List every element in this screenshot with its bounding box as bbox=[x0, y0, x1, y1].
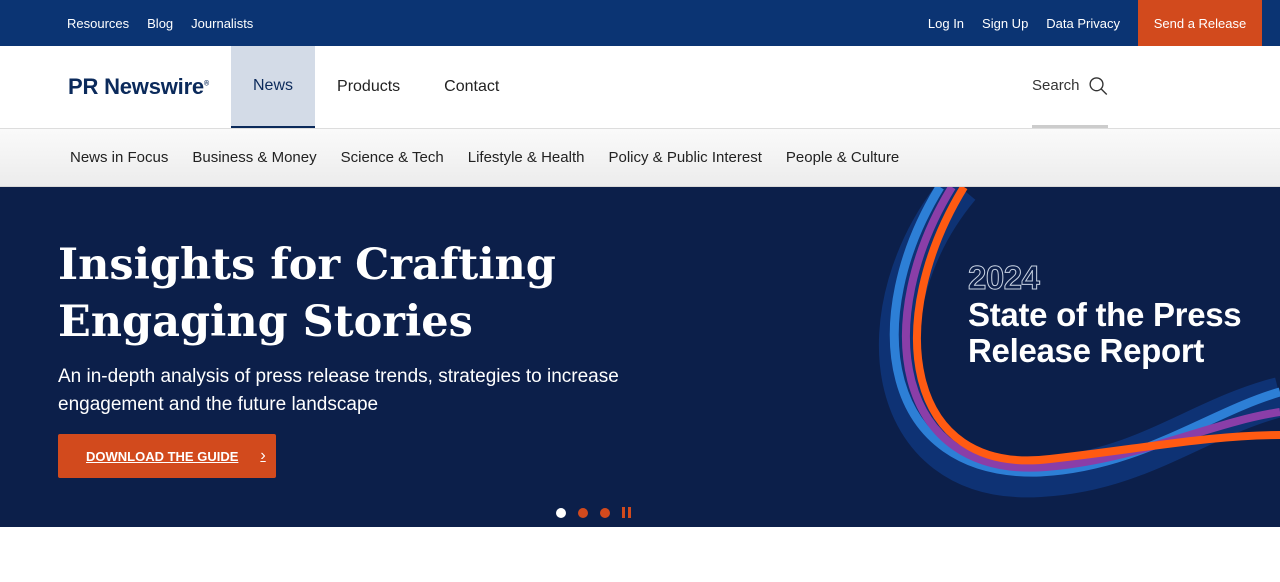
category-news-in-focus[interactable]: News in Focus bbox=[58, 149, 180, 166]
utility-right-links: Log In Sign Up Data Privacy Send a Relea… bbox=[928, 0, 1280, 46]
hero-subtitle: An in-depth analysis of press release tr… bbox=[58, 366, 619, 415]
nav-products[interactable]: Products bbox=[315, 46, 422, 128]
category-science-tech[interactable]: Science & Tech bbox=[329, 149, 456, 166]
nav-contact-label: Contact bbox=[444, 78, 500, 95]
download-guide-label: DOWNLOAD THE GUIDE bbox=[86, 448, 239, 464]
send-release-button[interactable]: Send a Release bbox=[1138, 0, 1262, 46]
resources-link[interactable]: Resources bbox=[67, 16, 129, 31]
hero-carousel: 2024 State of the Press Release Report I… bbox=[0, 187, 1280, 527]
search-label: Search bbox=[1032, 77, 1080, 94]
carousel-dot-2[interactable] bbox=[578, 507, 588, 518]
signup-link[interactable]: Sign Up bbox=[982, 16, 1028, 31]
report-year: 2024 bbox=[967, 259, 1040, 297]
nav-contact[interactable]: Contact bbox=[422, 46, 521, 128]
data-privacy-link[interactable]: Data Privacy bbox=[1046, 16, 1120, 31]
pause-icon[interactable] bbox=[622, 507, 631, 518]
carousel-controls bbox=[556, 507, 631, 518]
category-policy-public-interest[interactable]: Policy & Public Interest bbox=[596, 149, 773, 166]
utility-bar: Resources Blog Journalists Log In Sign U… bbox=[0, 0, 1280, 46]
main-nav: News Products Contact bbox=[231, 46, 521, 128]
category-nav: News in Focus Business & Money Science &… bbox=[0, 129, 1280, 187]
blog-link[interactable]: Blog bbox=[147, 16, 173, 31]
main-header: PR Newswire® News Products Contact Searc… bbox=[0, 46, 1280, 129]
carousel-dot-1[interactable] bbox=[556, 507, 566, 518]
report-title-line-1: State of the Press bbox=[968, 296, 1242, 333]
download-guide-button[interactable]: DOWNLOAD THE GUIDE › bbox=[58, 434, 276, 478]
nav-news-label: News bbox=[253, 77, 294, 94]
logo-registered-mark: ® bbox=[203, 80, 209, 88]
utility-left-links: Resources Blog Journalists bbox=[67, 0, 271, 46]
category-lifestyle-health[interactable]: Lifestyle & Health bbox=[456, 149, 597, 166]
category-business-money[interactable]: Business & Money bbox=[180, 149, 328, 166]
report-title-line-2: Release Report bbox=[968, 332, 1205, 369]
carousel-dot-3[interactable] bbox=[600, 507, 610, 518]
search-button[interactable]: Search bbox=[1032, 46, 1108, 128]
logo-text: PR Newswire bbox=[68, 74, 204, 99]
pr-newswire-logo[interactable]: PR Newswire® bbox=[68, 74, 231, 100]
nav-products-label: Products bbox=[337, 78, 401, 95]
category-people-culture[interactable]: People & Culture bbox=[774, 149, 911, 166]
journalists-link[interactable]: Journalists bbox=[191, 16, 253, 31]
search-icon bbox=[1088, 76, 1107, 95]
login-link[interactable]: Log In bbox=[928, 16, 964, 31]
nav-news[interactable]: News bbox=[231, 46, 316, 128]
hero-title: Insights for Crafting Engaging Stories bbox=[58, 240, 556, 347]
report-title: State of the Press Release Report bbox=[968, 296, 1242, 369]
chevron-right-icon: › bbox=[260, 447, 266, 464]
